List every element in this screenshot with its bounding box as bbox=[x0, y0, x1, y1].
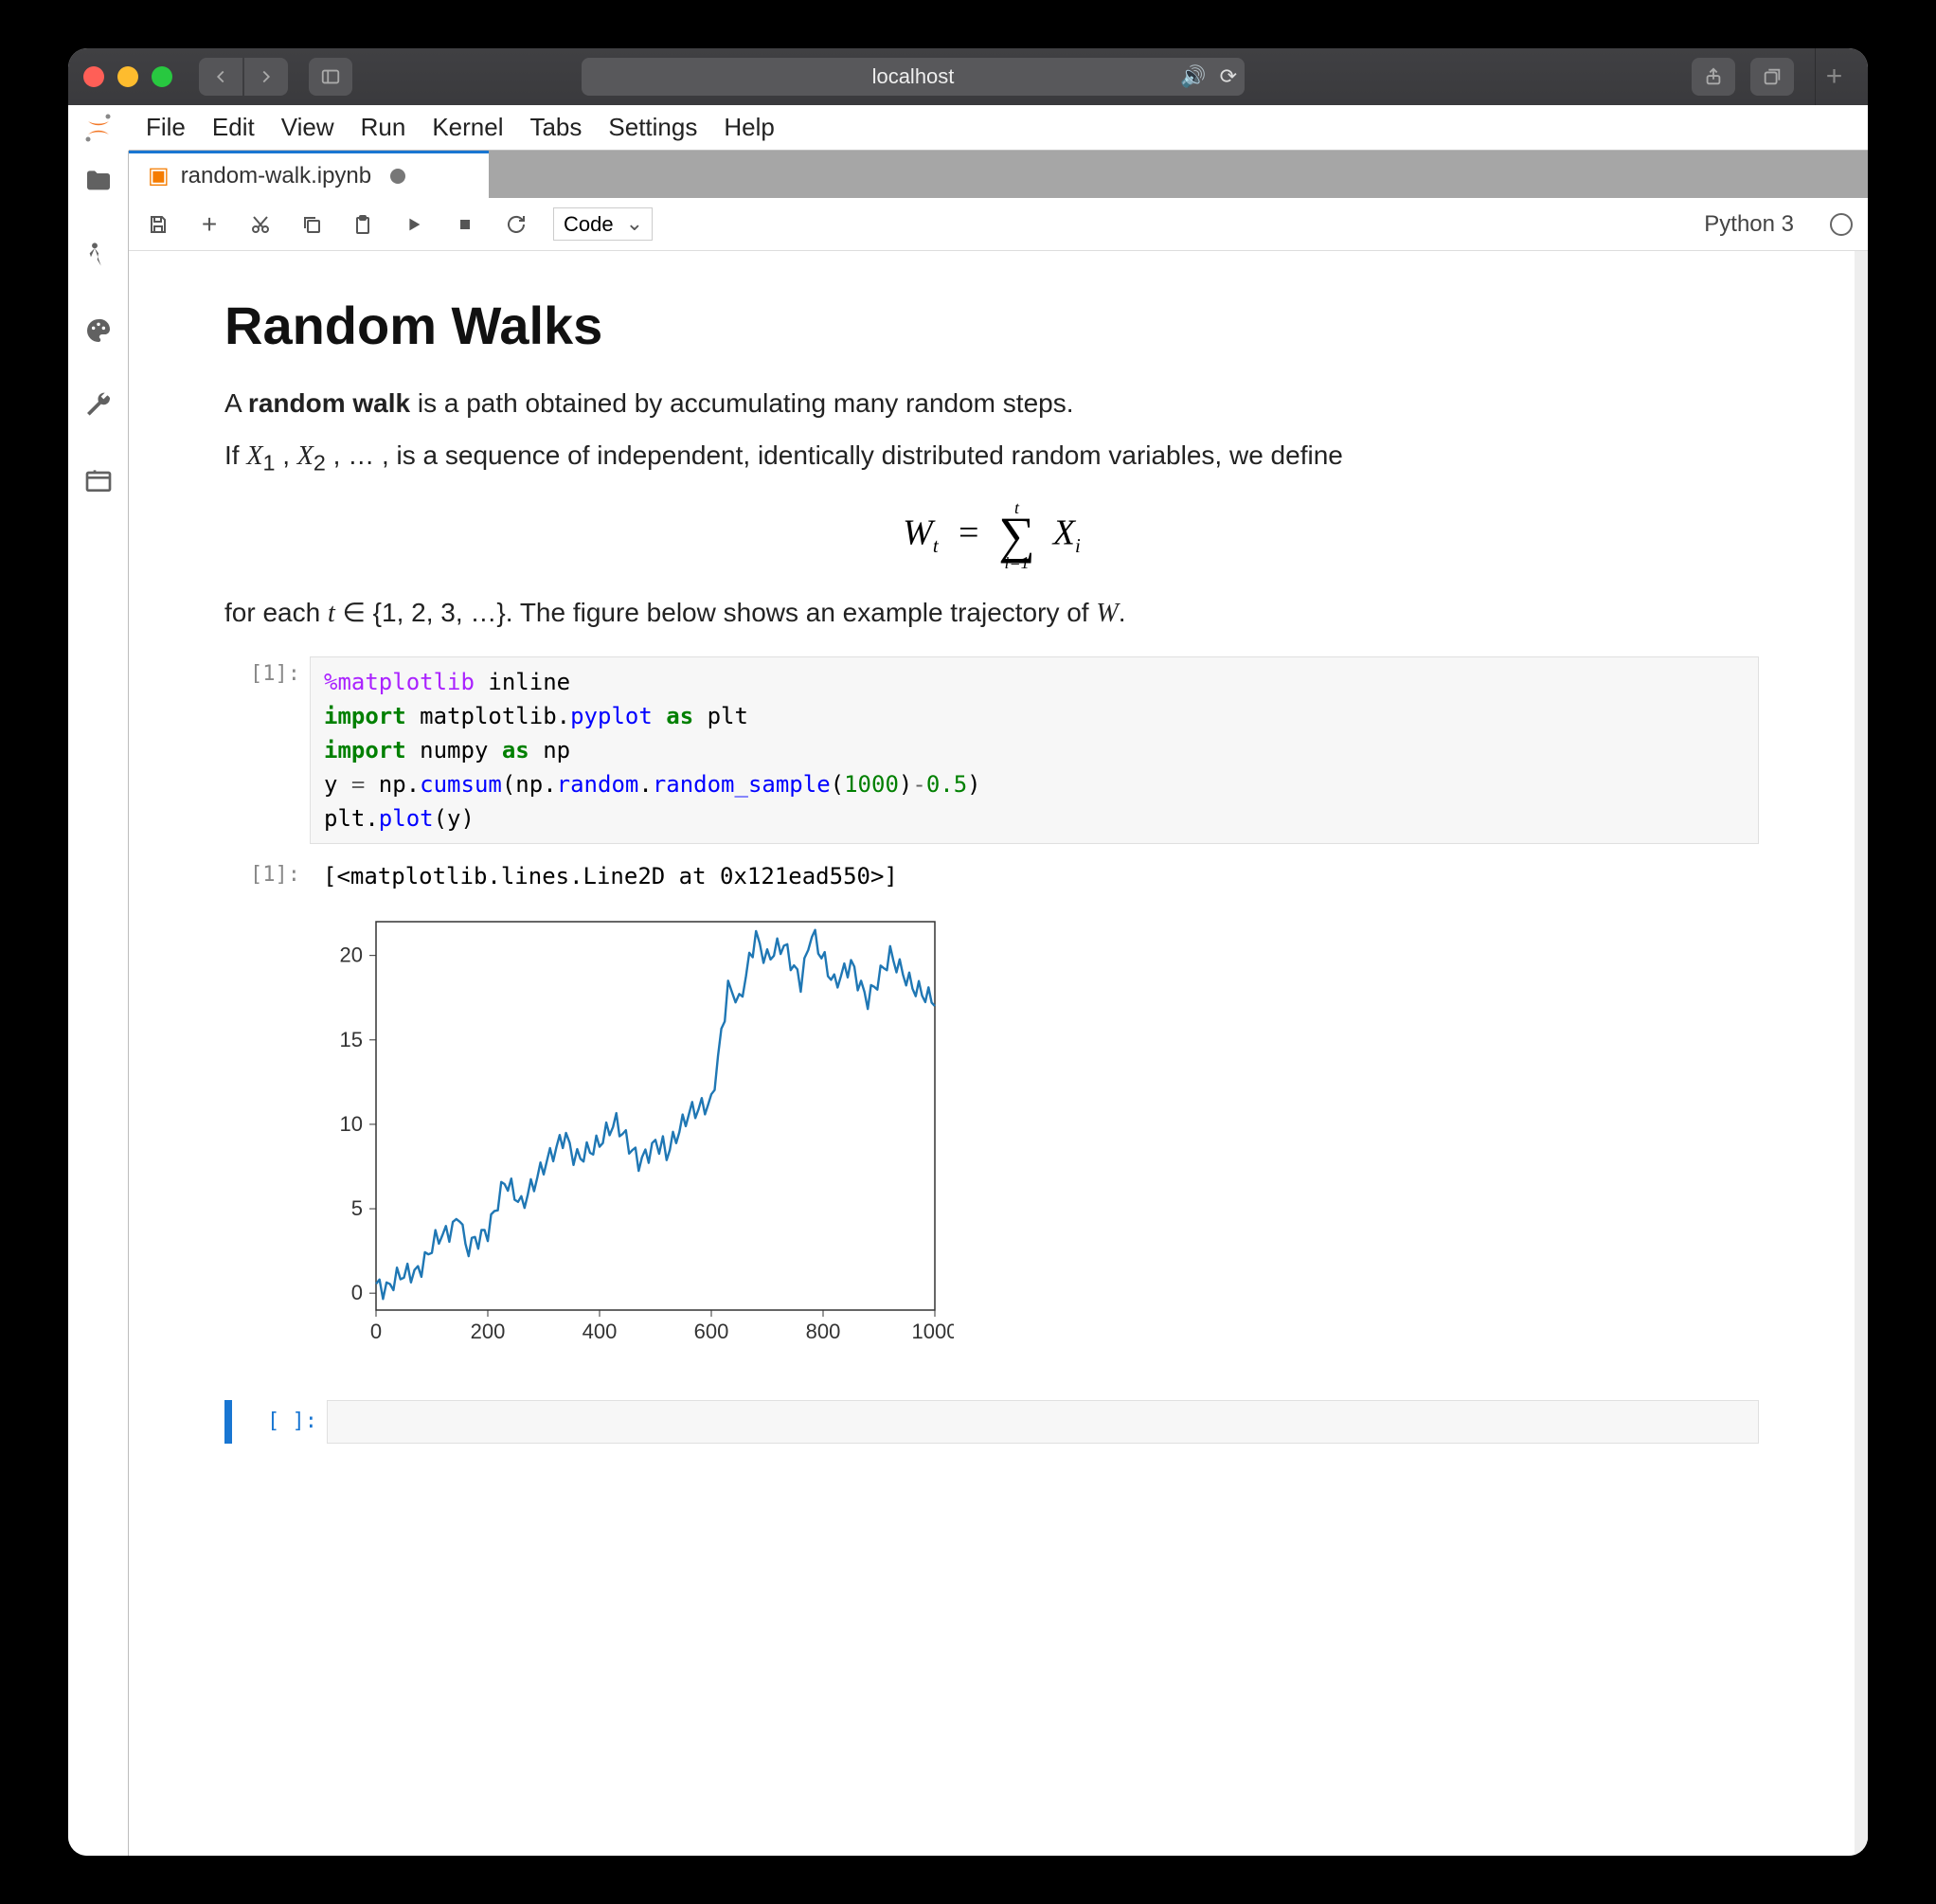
svg-text:0: 0 bbox=[351, 1281, 363, 1304]
forward-button[interactable] bbox=[244, 58, 288, 96]
cell-type-select[interactable]: Code bbox=[553, 207, 653, 241]
address-bar[interactable]: localhost 🔊 ⟳ bbox=[582, 58, 1245, 96]
browser-window: localhost 🔊 ⟳ + File Edit View Run Kerne bbox=[68, 48, 1868, 1856]
markdown-paragraph-3: for each t ∈ {1, 2, 3, …}. The figure be… bbox=[224, 592, 1759, 634]
jupyter-logo bbox=[68, 105, 129, 151]
cell-type-dropdown[interactable]: Code bbox=[553, 207, 653, 241]
tab-bar: ▣ random-walk.ipynb bbox=[129, 151, 1868, 198]
main-panel: ▣ random-walk.ipynb + Code bbox=[129, 151, 1868, 1856]
notebook-toolbar: + Code Python 3 bbox=[129, 198, 1868, 251]
titlebar: localhost 🔊 ⟳ + bbox=[68, 48, 1868, 105]
reload-icon[interactable]: ⟳ bbox=[1220, 64, 1237, 89]
menu-kernel[interactable]: Kernel bbox=[432, 113, 503, 142]
output-row: [1]: [<matplotlib.lines.Line2D at 0x121e… bbox=[224, 857, 1759, 895]
window-minimize-button[interactable] bbox=[117, 66, 138, 87]
jupyter-header: File Edit View Run Kernel Tabs Settings … bbox=[68, 105, 1868, 151]
code-cell-1[interactable]: [1]: %matplotlib inline import matplotli… bbox=[224, 656, 1759, 844]
cut-button[interactable] bbox=[246, 210, 275, 239]
svg-text:800: 800 bbox=[806, 1320, 841, 1343]
save-button[interactable] bbox=[144, 210, 172, 239]
svg-text:10: 10 bbox=[340, 1112, 363, 1136]
menu-settings[interactable]: Settings bbox=[608, 113, 697, 142]
plot-output: 0510152002004006008001000 bbox=[310, 903, 1759, 1362]
notebook-content[interactable]: Random Walks A random walk is a path obt… bbox=[129, 251, 1868, 1856]
notebook-icon: ▣ bbox=[148, 162, 170, 189]
menu-tabs[interactable]: Tabs bbox=[529, 113, 582, 142]
input-prompt-empty: [ ]: bbox=[242, 1400, 317, 1444]
running-icon[interactable] bbox=[83, 241, 114, 276]
traffic-lights bbox=[83, 66, 172, 87]
empty-code-editor[interactable] bbox=[327, 1400, 1759, 1444]
file-browser-icon[interactable] bbox=[83, 166, 114, 201]
stop-button[interactable] bbox=[451, 210, 479, 239]
palette-icon[interactable] bbox=[83, 315, 114, 350]
menubar: File Edit View Run Kernel Tabs Settings … bbox=[129, 105, 1868, 151]
markdown-paragraph-2: If X1 , X2 , … , is a sequence of indepe… bbox=[224, 435, 1759, 480]
unsaved-dot-icon bbox=[390, 169, 405, 184]
paste-button[interactable] bbox=[349, 210, 377, 239]
kernel-status-icon bbox=[1830, 213, 1853, 236]
markdown-paragraph-1: A random walk is a path obtained by accu… bbox=[224, 383, 1759, 423]
input-prompt: [1]: bbox=[224, 656, 300, 844]
svg-text:5: 5 bbox=[351, 1196, 363, 1220]
svg-text:400: 400 bbox=[583, 1320, 618, 1343]
svg-text:20: 20 bbox=[340, 943, 363, 967]
nav-arrows bbox=[199, 58, 288, 96]
svg-text:0: 0 bbox=[370, 1320, 382, 1343]
run-button[interactable] bbox=[400, 210, 428, 239]
wrench-icon[interactable] bbox=[83, 390, 114, 425]
equation: Wt = t ∑ i=1 Xi bbox=[224, 499, 1759, 572]
markdown-heading: Random Walks bbox=[224, 295, 1759, 356]
restart-button[interactable] bbox=[502, 210, 530, 239]
copy-button[interactable] bbox=[297, 210, 326, 239]
tabs-list-icon[interactable] bbox=[83, 465, 114, 500]
kernel-name[interactable]: Python 3 bbox=[1704, 211, 1794, 238]
tab-filename: random-walk.ipynb bbox=[181, 163, 371, 189]
menu-file[interactable]: File bbox=[146, 113, 186, 142]
menu-help[interactable]: Help bbox=[724, 113, 774, 142]
output-prompt: [1]: bbox=[224, 857, 300, 895]
svg-text:600: 600 bbox=[694, 1320, 729, 1343]
svg-text:200: 200 bbox=[471, 1320, 506, 1343]
tabs-button[interactable] bbox=[1750, 58, 1794, 96]
back-button[interactable] bbox=[199, 58, 242, 96]
url-text: localhost bbox=[872, 64, 955, 89]
output-text: [<matplotlib.lines.Line2D at 0x121ead550… bbox=[310, 857, 1759, 895]
insert-cell-button[interactable]: + bbox=[195, 210, 224, 239]
code-editor[interactable]: %matplotlib inline import matplotlib.pyp… bbox=[310, 656, 1759, 844]
menu-view[interactable]: View bbox=[281, 113, 334, 142]
menu-run[interactable]: Run bbox=[361, 113, 406, 142]
notebook-tab[interactable]: ▣ random-walk.ipynb bbox=[129, 151, 489, 198]
empty-code-cell[interactable]: [ ]: bbox=[224, 1400, 1759, 1444]
share-button[interactable] bbox=[1692, 58, 1735, 96]
line-chart: 0510152002004006008001000 bbox=[310, 903, 954, 1357]
svg-text:15: 15 bbox=[340, 1028, 363, 1051]
left-sidebar bbox=[68, 151, 129, 1856]
sidebar-toggle-button[interactable] bbox=[309, 58, 352, 96]
jupyter-body: ▣ random-walk.ipynb + Code bbox=[68, 151, 1868, 1856]
svg-text:1000: 1000 bbox=[912, 1320, 954, 1343]
volume-icon: 🔊 bbox=[1180, 64, 1206, 89]
new-tab-button[interactable]: + bbox=[1815, 48, 1853, 105]
menu-edit[interactable]: Edit bbox=[212, 113, 255, 142]
active-cell-indicator bbox=[224, 1400, 232, 1444]
window-close-button[interactable] bbox=[83, 66, 104, 87]
window-maximize-button[interactable] bbox=[152, 66, 172, 87]
